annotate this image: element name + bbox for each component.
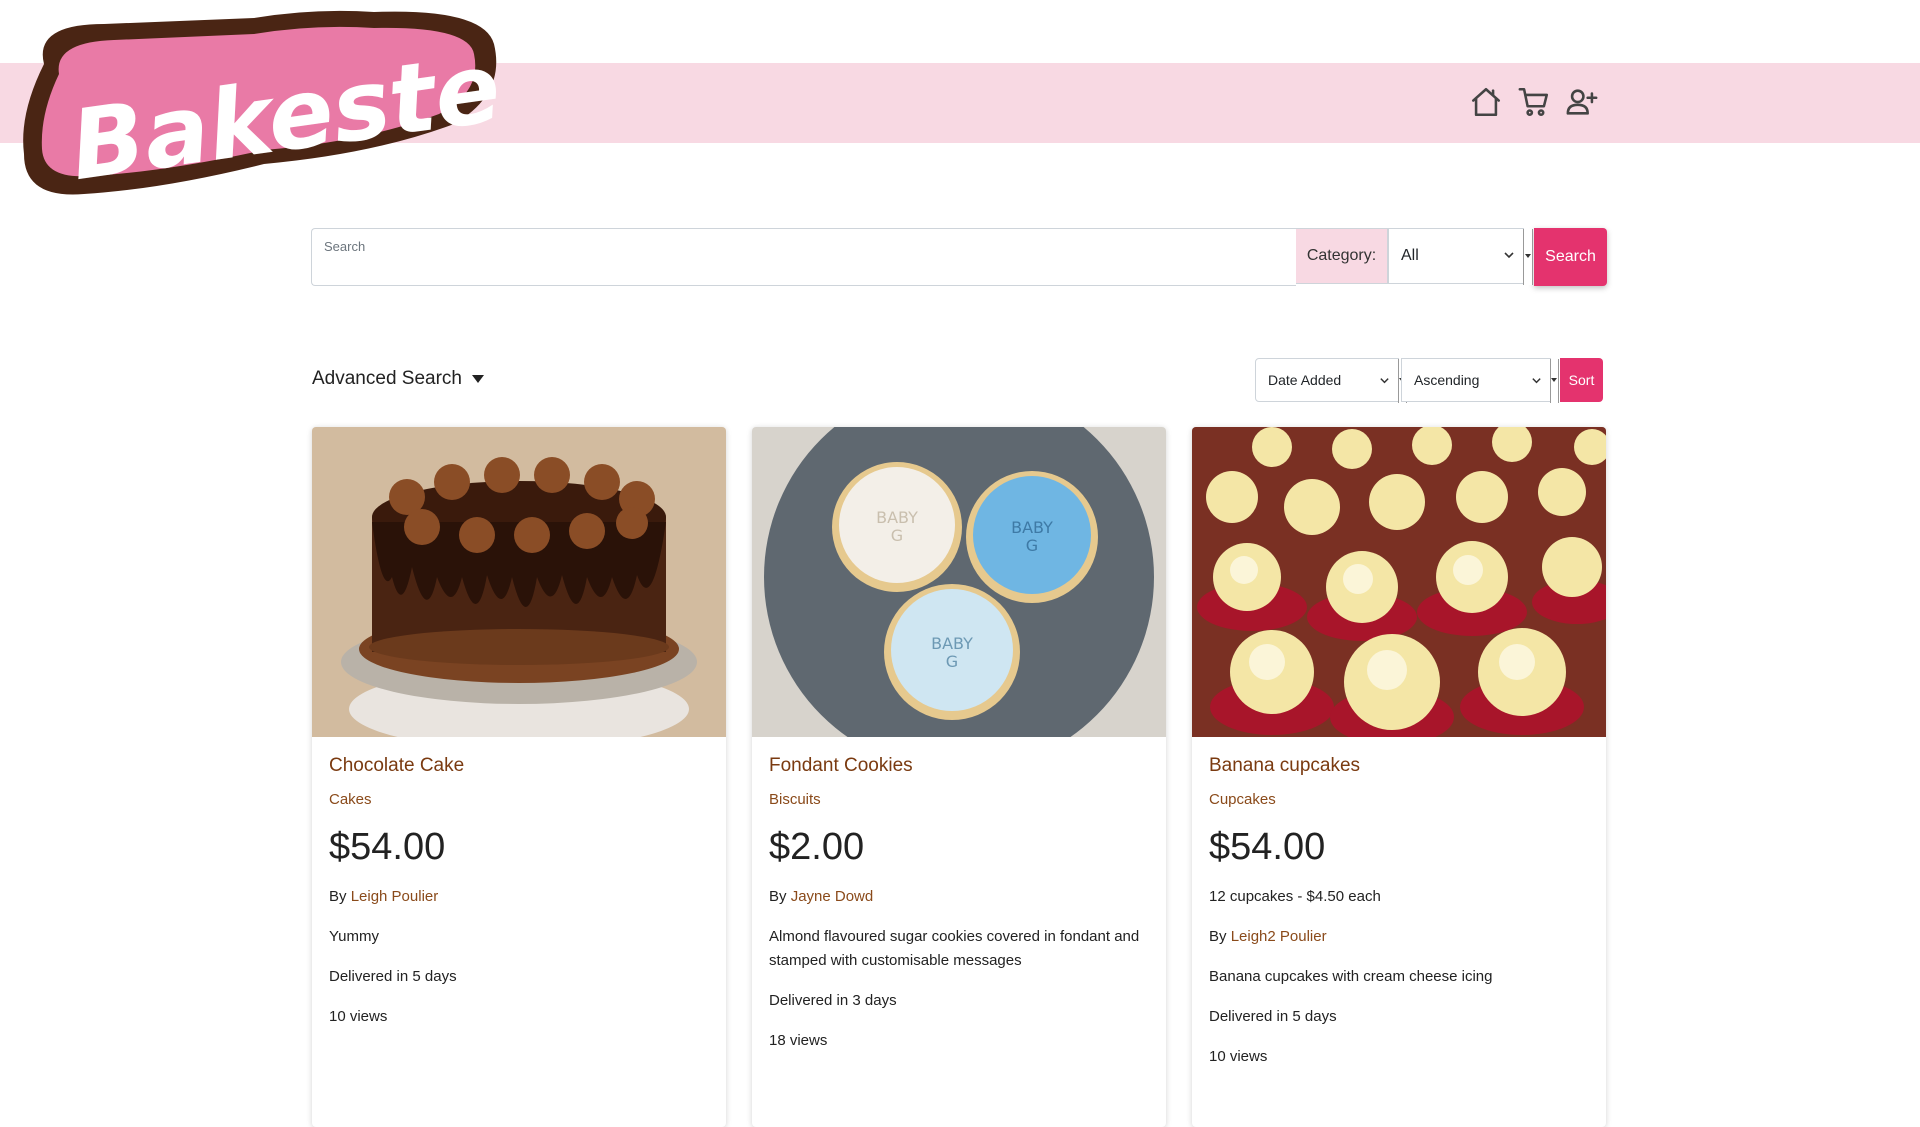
by-prefix: By (329, 888, 347, 905)
svg-text:BABY: BABY (876, 508, 918, 527)
seller-line: By Leigh2 Poulier (1209, 925, 1589, 949)
seller-link[interactable]: Leigh2 Poulier (1231, 928, 1327, 945)
product-card[interactable]: Banana cupcakes Cupcakes $54.00 12 cupca… (1192, 427, 1606, 1127)
product-category[interactable]: Biscuits (769, 791, 1149, 808)
svg-text:BABY: BABY (1011, 518, 1053, 537)
product-category[interactable]: Cakes (329, 791, 709, 808)
delivery-time: Delivered in 3 days (769, 992, 897, 1009)
sort-field-value: Date Added (1268, 372, 1342, 388)
search-bar: Search Category: All Search (311, 228, 1608, 286)
chocolate-cake-photo (312, 427, 726, 737)
delivery-time: Delivered in 5 days (329, 968, 457, 985)
banana-cupcakes-photo (1192, 427, 1606, 737)
view-count: 10 views (329, 1008, 388, 1025)
svg-text:G: G (891, 526, 903, 545)
chevron-down-icon (1380, 378, 1389, 384)
search-input[interactable] (312, 229, 1296, 285)
search-field[interactable]: Search (311, 228, 1296, 286)
seller-line: By Leigh Poulier (329, 885, 709, 909)
svg-text:G: G (946, 652, 958, 671)
svg-text:G: G (1026, 536, 1038, 555)
product-description: Almond flavoured sugar cookies covered i… (769, 928, 1140, 969)
dropdown-handle[interactable] (1550, 359, 1559, 403)
product-price: $54.00 (1209, 826, 1326, 868)
svg-text:BABY: BABY (931, 634, 973, 653)
by-prefix: By (1209, 928, 1227, 945)
view-count: 18 views (769, 1032, 828, 1049)
product-description: Banana cupcakes with cream cheese icing (1209, 968, 1493, 985)
sort-controls: Date Added Ascending Sort (1255, 358, 1603, 403)
product-title[interactable]: Fondant Cookies (769, 755, 1149, 777)
product-description: Yummy (329, 928, 380, 945)
home-icon[interactable] (1468, 84, 1504, 120)
fondant-cookies-photo: BABY G BABY G BABY G (752, 427, 1166, 737)
caret-down-icon (472, 375, 484, 383)
chevron-down-icon (1504, 252, 1514, 259)
seller-line: By Jayne Dowd (769, 885, 1149, 909)
sort-field-select[interactable]: Date Added (1255, 358, 1407, 403)
cart-icon[interactable] (1516, 84, 1552, 120)
search-button[interactable]: Search (1534, 228, 1607, 286)
add-user-icon[interactable] (1564, 84, 1600, 120)
bakester-logo[interactable]: Bakester (14, 4, 500, 204)
product-card[interactable]: Chocolate Cake Cakes $54.00 By Leigh Pou… (312, 427, 726, 1127)
product-price: $54.00 (329, 826, 446, 868)
quantity-note: 12 cupcakes - $4.50 each (1209, 888, 1381, 905)
product-price: $2.00 (769, 826, 865, 868)
dropdown-handle[interactable] (1523, 229, 1533, 285)
product-title[interactable]: Banana cupcakes (1209, 755, 1589, 777)
product-category[interactable]: Cupcakes (1209, 791, 1589, 808)
seller-link[interactable]: Jayne Dowd (791, 888, 874, 905)
advanced-search-label: Advanced Search (312, 368, 462, 389)
category-select[interactable]: All (1388, 228, 1533, 285)
category-selected-value: All (1401, 247, 1419, 264)
header-nav (1468, 84, 1600, 124)
delivery-time: Delivered in 5 days (1209, 1008, 1337, 1025)
product-card[interactable]: BABY G BABY G BABY G Fondant Cookies Bis… (752, 427, 1166, 1127)
advanced-search-toggle[interactable]: Advanced Search (312, 368, 484, 390)
category-label: Category: (1296, 228, 1388, 284)
by-prefix: By (769, 888, 787, 905)
seller-link[interactable]: Leigh Poulier (351, 888, 439, 905)
sort-button[interactable]: Sort (1560, 358, 1603, 402)
product-grid: Chocolate Cake Cakes $54.00 By Leigh Pou… (312, 427, 1608, 1127)
view-count: 10 views (1209, 1048, 1268, 1065)
chevron-down-icon (1532, 378, 1541, 384)
sort-order-select[interactable]: Ascending (1401, 358, 1559, 403)
sort-order-value: Ascending (1414, 372, 1480, 388)
product-title[interactable]: Chocolate Cake (329, 755, 709, 777)
